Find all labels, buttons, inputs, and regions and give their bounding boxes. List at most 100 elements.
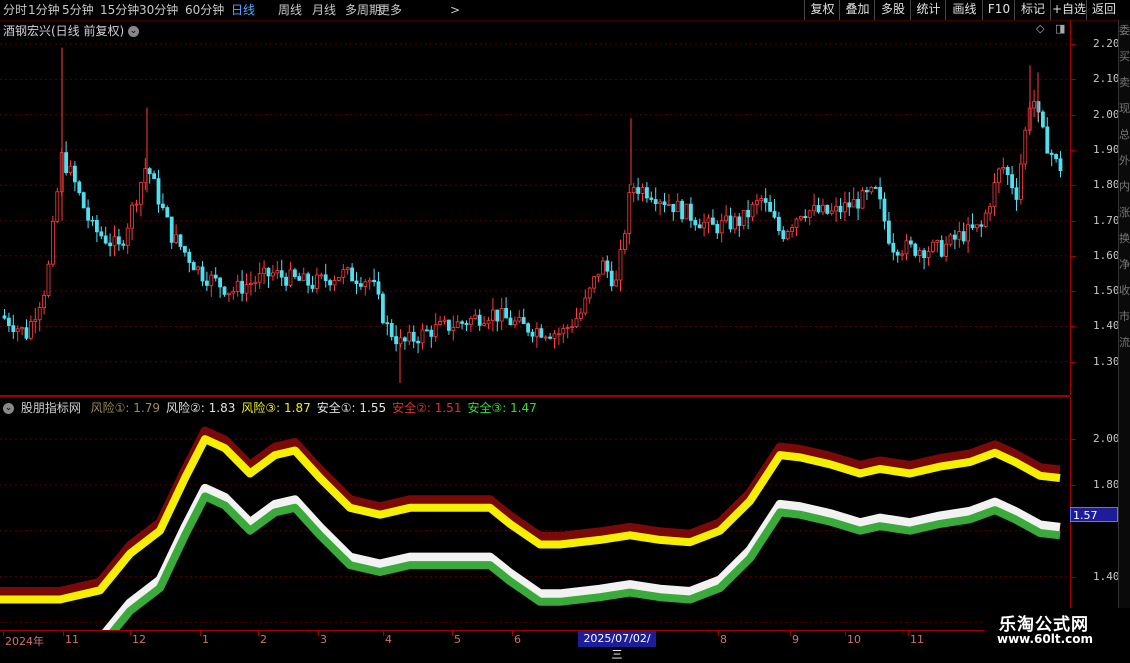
candlestick[interactable]: [684, 203, 689, 220]
candlestick[interactable]: [275, 260, 280, 280]
candlestick[interactable]: [790, 224, 794, 238]
candlestick[interactable]: [86, 199, 90, 229]
candlestick[interactable]: [574, 307, 579, 328]
candlestick[interactable]: [922, 247, 926, 270]
candlestick[interactable]: [1005, 165, 1010, 185]
candlestick[interactable]: [385, 315, 390, 336]
candlestick[interactable]: [81, 191, 86, 209]
candlestick[interactable]: [182, 245, 187, 257]
candlestick[interactable]: [1001, 157, 1006, 175]
candlestick[interactable]: [807, 209, 812, 226]
candlestick[interactable]: [178, 234, 183, 250]
candlestick[interactable]: [1014, 178, 1019, 211]
toolbar-button-5[interactable]: F10: [982, 0, 1015, 20]
candlestick[interactable]: [975, 224, 979, 232]
candlestick[interactable]: [165, 205, 170, 218]
candlestick[interactable]: [750, 201, 755, 222]
candlestick[interactable]: [961, 222, 966, 245]
candlestick[interactable]: [653, 187, 658, 212]
safe-band[interactable]: [0, 483, 1061, 663]
candlestick[interactable]: [596, 273, 601, 283]
candlestick[interactable]: [20, 326, 25, 336]
candlestick[interactable]: [77, 180, 82, 196]
candlestick[interactable]: [662, 192, 667, 213]
candlestick[interactable]: [821, 198, 825, 216]
candlestick[interactable]: [134, 199, 139, 213]
candlestick[interactable]: [363, 279, 368, 296]
candlestick[interactable]: [73, 161, 77, 192]
candlestick[interactable]: [966, 216, 970, 253]
candlestick[interactable]: [235, 274, 240, 297]
candlestick[interactable]: [658, 198, 662, 216]
candlestick[interactable]: [257, 262, 262, 289]
candlestick[interactable]: [11, 314, 16, 339]
indicator-chart[interactable]: [0, 397, 1070, 663]
candlestick[interactable]: [407, 324, 412, 346]
period-tab-5[interactable]: 60分钟: [185, 2, 224, 18]
candlestick[interactable]: [825, 204, 830, 215]
toolbar-button-3[interactable]: 统计: [910, 0, 946, 20]
candlestick[interactable]: [781, 226, 786, 242]
candlestick[interactable]: [587, 286, 592, 304]
period-tab-2[interactable]: 5分钟: [62, 2, 94, 18]
candlestick[interactable]: [957, 221, 962, 248]
period-tab-3[interactable]: 15分钟: [100, 2, 139, 18]
candlestick[interactable]: [28, 315, 33, 341]
candlestick[interactable]: [248, 271, 253, 296]
candlestick[interactable]: [675, 193, 680, 213]
candlestick[interactable]: [42, 290, 46, 315]
candlestick[interactable]: [482, 316, 487, 327]
candlestick[interactable]: [37, 302, 42, 332]
candlestick[interactable]: [46, 260, 51, 298]
candlestick[interactable]: [891, 233, 896, 261]
candlestick[interactable]: [323, 263, 328, 288]
candlestick[interactable]: [517, 310, 522, 323]
candlestick[interactable]: [64, 141, 68, 176]
candlestick[interactable]: [209, 270, 214, 297]
toolbar-button-1[interactable]: 叠加: [839, 0, 875, 20]
candlestick[interactable]: [548, 332, 552, 340]
candlestick[interactable]: [372, 268, 377, 287]
candlestick[interactable]: [504, 297, 509, 319]
candlestick[interactable]: [803, 209, 808, 222]
candlestick[interactable]: [882, 192, 887, 230]
period-tab-7[interactable]: 周线: [278, 2, 302, 18]
candlestick[interactable]: [913, 242, 918, 258]
candlestick[interactable]: [618, 239, 623, 292]
candlestick[interactable]: [262, 260, 267, 284]
candlestick[interactable]: [997, 167, 1001, 194]
candlestick[interactable]: [231, 286, 236, 300]
period-tab-8[interactable]: 月线: [312, 2, 336, 18]
candlestick[interactable]: [332, 275, 337, 292]
candlestick[interactable]: [1045, 117, 1050, 154]
candlestick[interactable]: [297, 272, 302, 281]
candlestick[interactable]: [367, 277, 372, 290]
period-tab-4[interactable]: 30分钟: [139, 2, 178, 18]
candlestick[interactable]: [992, 173, 997, 216]
candlestick[interactable]: [336, 277, 341, 282]
candlestick[interactable]: [530, 328, 535, 343]
candlestick[interactable]: [543, 335, 548, 342]
candlestick[interactable]: [486, 316, 491, 330]
candlestick[interactable]: [160, 193, 165, 211]
candlestick[interactable]: [240, 270, 245, 302]
candlestick[interactable]: [2, 308, 7, 320]
candlestick[interactable]: [350, 263, 355, 282]
candlestick[interactable]: [939, 235, 944, 258]
candlestick[interactable]: [213, 267, 218, 282]
candlestick[interactable]: [420, 323, 425, 350]
candlestick[interactable]: [1023, 127, 1028, 170]
period-tab-0[interactable]: 分时: [3, 2, 27, 18]
candlestick[interactable]: [204, 271, 209, 291]
period-tab-9[interactable]: 多周期: [345, 2, 381, 18]
candlestick[interactable]: [649, 191, 654, 203]
candlestick[interactable]: [222, 286, 227, 297]
candlestick[interactable]: [187, 248, 192, 273]
candlestick[interactable]: [112, 225, 117, 257]
candlestick[interactable]: [306, 271, 311, 294]
candlestick[interactable]: [90, 216, 95, 226]
candlestick[interactable]: [935, 239, 940, 253]
candlestick[interactable]: [341, 264, 346, 285]
candlestick[interactable]: [279, 259, 284, 287]
candlestick[interactable]: [1019, 153, 1023, 205]
